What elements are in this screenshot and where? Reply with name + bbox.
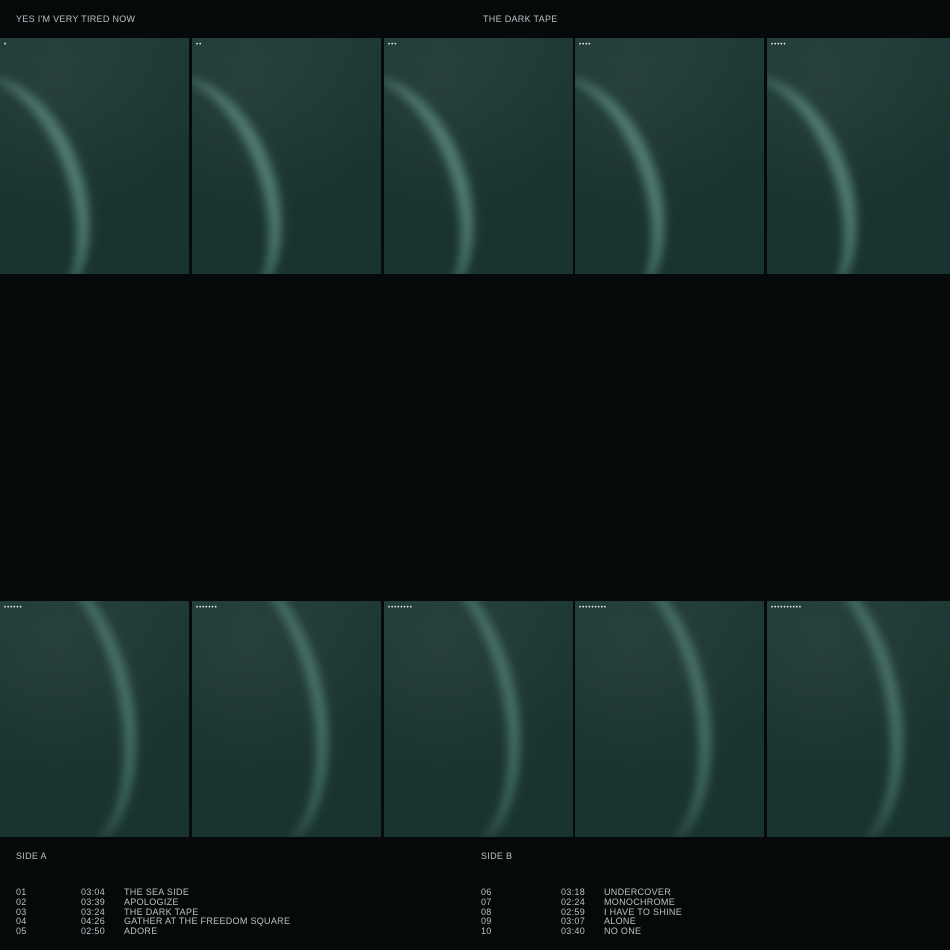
panel-marker: •••••••••• — [771, 605, 803, 611]
tracklist-side-a: 01 03:04 THE SEA SIDE 02 03:39 APOLOGIZE… — [16, 887, 290, 937]
track-title: NO ONE — [604, 926, 642, 937]
track-duration: 02:50 — [81, 926, 106, 937]
photo-panel-top-4: •••• — [575, 38, 764, 274]
track-number: 08 — [481, 906, 492, 917]
photo-panel-top-3: ••• — [384, 38, 573, 274]
photo-panel-bottom-2: ••••••• — [192, 601, 381, 837]
panel-marker: •••• — [579, 42, 592, 48]
artist-name: YES I'M VERY TIRED NOW — [16, 14, 136, 24]
photo-panel-bottom-3: •••••••• — [384, 601, 573, 837]
panel-marker: ••••• — [771, 42, 787, 48]
photo-panel-top-5: ••••• — [767, 38, 950, 274]
track-number: 06 — [481, 887, 492, 897]
panel-marker: ••••••••• — [579, 605, 607, 611]
photo-panel-top-2: •• — [192, 38, 381, 274]
panel-marker: • — [4, 42, 8, 48]
track-number: 10 — [481, 926, 492, 937]
track-number: 05 — [16, 926, 27, 937]
album-title: THE DARK TAPE — [483, 14, 558, 24]
track-duration: 03:40 — [561, 926, 586, 937]
side-b-label: SIDE B — [481, 851, 513, 861]
panel-marker: ••••••• — [196, 605, 218, 611]
track-row: 10 03:40 NO ONE — [481, 926, 682, 937]
photo-panel-top-1: • — [0, 38, 189, 274]
track-row: 05 02:50 ADORE — [16, 926, 290, 937]
panel-marker: •••••• — [4, 605, 23, 611]
track-number: 09 — [481, 916, 492, 927]
panel-marker: •• — [196, 42, 203, 48]
panel-marker: •••••••• — [388, 605, 413, 611]
photo-panel-bottom-5: •••••••••• — [767, 601, 950, 837]
track-title: ADORE — [124, 926, 158, 937]
track-number: 07 — [481, 896, 492, 907]
side-a-label: SIDE A — [16, 851, 47, 861]
tracklist-side-b: 06 03:18 UNDERCOVER 07 02:24 MONOCHROME … — [481, 887, 682, 937]
panel-marker: ••• — [388, 42, 398, 48]
photo-panel-bottom-4: ••••••••• — [575, 601, 764, 837]
photo-panel-bottom-1: •••••• — [0, 601, 189, 837]
